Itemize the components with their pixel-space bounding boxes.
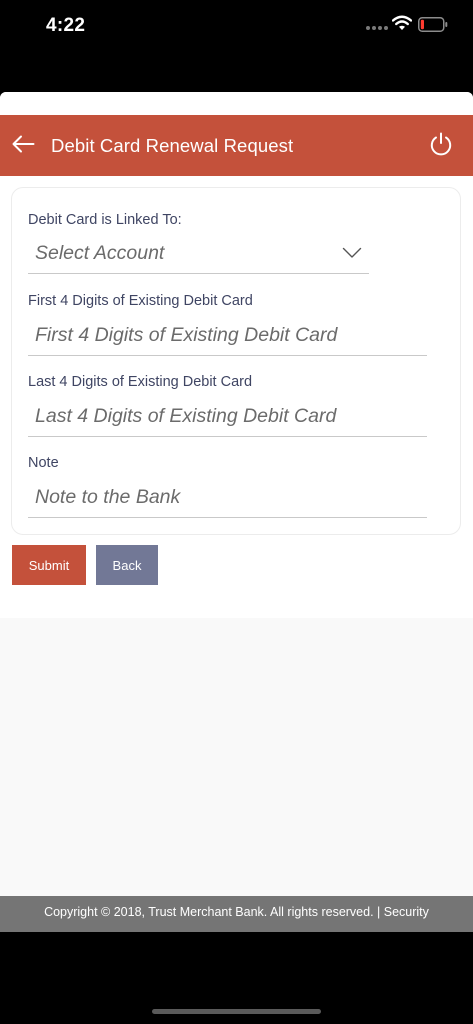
note-input[interactable] [28,478,427,518]
chevron-down-icon [342,247,362,258]
phone-screen: 4:22 Debit Card Renewal Request Debit Ca… [0,0,473,1024]
submit-button[interactable]: Submit [12,545,86,585]
status-time: 4:22 [46,15,86,36]
app-content: Debit Card Renewal Request Debit Card is… [0,92,473,932]
battery-icon [418,17,448,32]
first-digits-label: First 4 Digits of Existing Debit Card [28,293,253,309]
linked-account-label: Debit Card is Linked To: [28,212,182,228]
back-arrow-icon[interactable] [11,133,35,155]
note-label: Note [28,455,59,471]
renewal-form: Debit Card is Linked To: Select Account … [11,187,461,535]
signal-icon [366,26,388,30]
power-icon[interactable] [428,131,454,157]
footer: Copyright © 2018, Trust Merchant Bank. A… [0,896,473,932]
page-title: Debit Card Renewal Request [51,135,294,156]
home-indicator[interactable] [152,1009,321,1014]
footer-text: Copyright © 2018, Trust Merchant Bank. A… [44,905,429,919]
status-bar: 4:22 [0,0,473,92]
back-button[interactable]: Back [96,545,158,585]
last-digits-input[interactable] [28,397,427,437]
wifi-icon [392,15,412,30]
account-select-value: Select Account [35,242,165,264]
first-digits-input[interactable] [28,316,427,356]
account-select[interactable]: Select Account [28,234,369,274]
app-header: Debit Card Renewal Request [0,115,473,176]
last-digits-label: Last 4 Digits of Existing Debit Card [28,374,253,390]
